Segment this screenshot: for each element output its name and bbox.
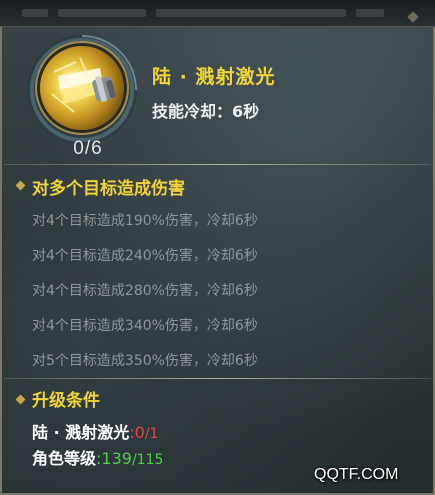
tooltip-header-bar bbox=[0, 0, 435, 27]
requirement-label: 角色等级 bbox=[32, 449, 97, 468]
skill-level-count: 0/6 bbox=[73, 138, 103, 159]
requirement-current: 0 bbox=[134, 423, 145, 442]
header-ornament-left bbox=[22, 9, 48, 17]
divider bbox=[4, 164, 431, 165]
level-row-5: 对5个目标造成350%伤害，冷却6秒 bbox=[32, 353, 258, 369]
skill-name: 陆 · 溅射激光 bbox=[152, 66, 276, 88]
laser-skill-icon[interactable] bbox=[40, 46, 124, 130]
header-ornament-bar-wide bbox=[156, 9, 346, 17]
requirement-skill: 陆 · 溅射激光:0/1 bbox=[32, 419, 158, 443]
requirement-label: 陆 · 溅射激光 bbox=[32, 423, 130, 442]
header-ornament-bar bbox=[58, 9, 146, 17]
level-row-3: 对4个目标造成280%伤害，冷却6秒 bbox=[32, 283, 258, 299]
level-row-4: 对4个目标造成340%伤害，冷却6秒 bbox=[32, 318, 258, 334]
effect-section-title: 对多个目标造成伤害 bbox=[32, 179, 185, 199]
header-ornament-right bbox=[356, 9, 384, 17]
requirement-max: /1 bbox=[144, 426, 159, 442]
skill-cooldown: 技能冷却：6秒 bbox=[152, 102, 260, 121]
requirement-character-level: 角色等级:139/115 bbox=[32, 445, 163, 469]
level-row-1: 对4个目标造成190%伤害，冷却6秒 bbox=[32, 213, 258, 229]
upgrade-section-title: 升级条件 bbox=[32, 391, 100, 411]
level-row-2: 对4个目标造成240%伤害，冷却6秒 bbox=[32, 248, 258, 264]
requirement-max: /115 bbox=[131, 452, 164, 468]
divider bbox=[4, 378, 431, 379]
watermark: QQTF.COM bbox=[314, 466, 399, 483]
requirement-current: 139 bbox=[101, 449, 132, 468]
